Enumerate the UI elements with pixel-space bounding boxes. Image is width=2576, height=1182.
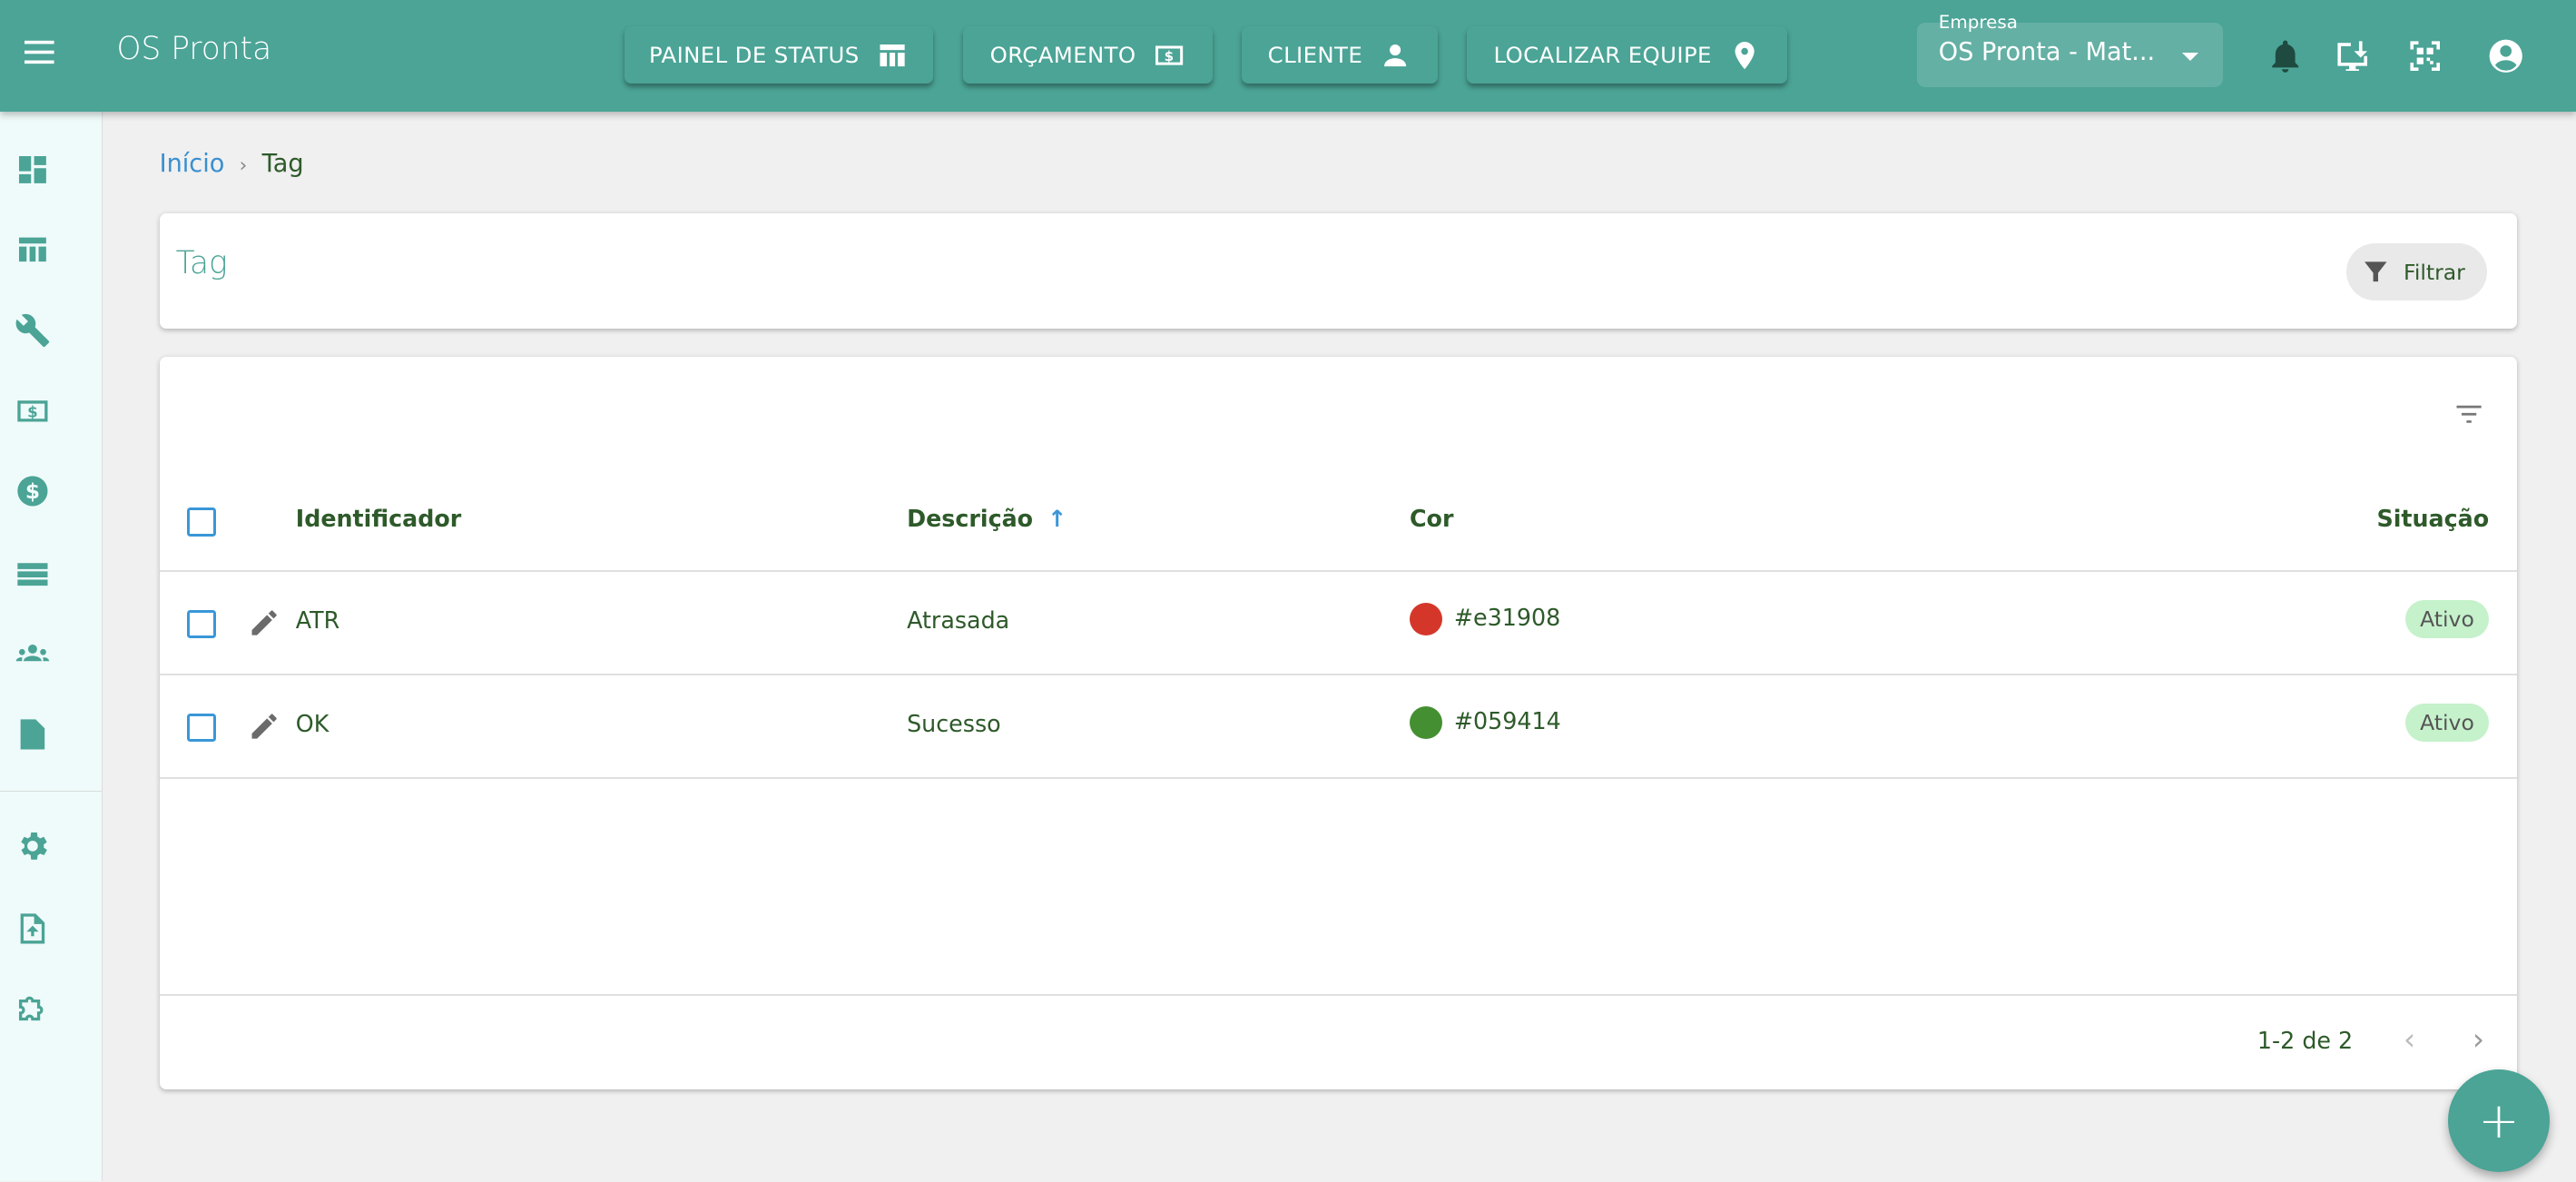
cell-identificador: ATR xyxy=(295,606,340,634)
company-select-value: OS Pronta - Mat... xyxy=(1938,37,2156,66)
page-title: Tag xyxy=(175,244,228,281)
person-icon xyxy=(1384,44,1407,66)
cell-cor: #059414 xyxy=(1409,706,1561,740)
color-hex: #e31908 xyxy=(1453,604,1561,632)
filter-button-label: Filtrar xyxy=(2404,259,2465,285)
column-header-cor[interactable]: Cor xyxy=(1410,505,1453,532)
next-page-icon[interactable]: › xyxy=(2473,1022,2484,1057)
wrench-icon[interactable] xyxy=(15,312,51,349)
pagination-range: 1-2 de 2 xyxy=(2256,1027,2354,1055)
gear-icon[interactable] xyxy=(15,828,51,864)
color-swatch xyxy=(1409,706,1443,740)
locate-team-label: LOCALIZAR EQUIPE xyxy=(1493,42,1712,69)
svg-text:$: $ xyxy=(1164,48,1174,64)
document-icon[interactable] xyxy=(15,716,51,753)
svg-text:$: $ xyxy=(25,479,40,504)
filter-button[interactable]: Filtrar xyxy=(2345,242,2488,301)
select-all-checkbox[interactable] xyxy=(187,507,216,537)
column-header-descricao-label: Descrição xyxy=(907,504,1034,532)
dollar-circle-icon[interactable]: $ xyxy=(15,473,51,509)
app-title: OS Pronta xyxy=(116,31,272,68)
location-pin-icon xyxy=(1735,41,1755,69)
column-filter-icon[interactable] xyxy=(2453,399,2485,429)
budget-label: ORÇAMENTO xyxy=(989,42,1136,69)
sidebar-divider xyxy=(0,790,103,793)
notifications-icon[interactable] xyxy=(2266,36,2305,75)
column-header-situacao[interactable]: Situação xyxy=(2376,505,2489,532)
cell-cor: #e31908 xyxy=(1409,603,1561,636)
color-hex: #059414 xyxy=(1453,707,1561,735)
app-header: OS Pronta PAINEL DE STATUS ORÇAMENTO $ C… xyxy=(0,0,2576,113)
plus-icon: + xyxy=(2478,1091,2520,1149)
breadcrumb: Início › Tag xyxy=(160,150,304,178)
status-panel-button[interactable]: PAINEL DE STATUS xyxy=(624,25,934,84)
account-icon[interactable] xyxy=(2486,36,2525,75)
menu-icon[interactable] xyxy=(25,39,57,65)
row-checkbox[interactable] xyxy=(187,609,216,638)
dashboard-icon[interactable] xyxy=(15,152,51,188)
cell-descricao: Atrasada xyxy=(907,606,1010,634)
status-badge: Ativo xyxy=(2404,599,2490,639)
money-icon[interactable]: $ xyxy=(15,393,51,429)
add-tag-button[interactable]: + xyxy=(2447,1069,2551,1172)
money-icon: $ xyxy=(1155,45,1183,65)
client-label: CLIENTE xyxy=(1267,42,1363,69)
row-checkbox[interactable] xyxy=(187,713,216,742)
previous-page-icon[interactable]: ‹ xyxy=(2404,1022,2415,1057)
column-header-descricao[interactable]: Descrição ↑ xyxy=(907,505,1067,532)
page-header-card: Tag Filtrar xyxy=(159,213,2517,329)
column-header-identificador[interactable]: Identificador xyxy=(296,505,461,532)
edit-pencil-icon[interactable] xyxy=(248,606,280,639)
client-button[interactable]: CLIENTE xyxy=(1242,25,1438,84)
sort-ascending-icon: ↑ xyxy=(1047,504,1067,532)
list-icon[interactable] xyxy=(15,556,51,592)
table-icon[interactable] xyxy=(15,231,51,268)
table-row: ATR Atrasada #e31908 Ativo xyxy=(159,572,2517,676)
table-row: OK Sucesso #059414 Ativo xyxy=(159,675,2517,780)
sidebar: $ $ xyxy=(0,112,103,1182)
breadcrumb-home-link[interactable]: Início xyxy=(160,150,225,178)
puzzle-icon[interactable] xyxy=(15,990,51,1027)
color-swatch xyxy=(1409,603,1443,636)
chevron-down-icon xyxy=(2181,52,2198,61)
cell-descricao: Sucesso xyxy=(907,709,1001,737)
cell-identificador: OK xyxy=(295,709,329,737)
funnel-icon xyxy=(2365,261,2387,282)
footer-divider xyxy=(159,994,2517,996)
breadcrumb-current: Tag xyxy=(261,149,304,178)
status-panel-label: PAINEL DE STATUS xyxy=(649,42,860,69)
status-badge: Ativo xyxy=(2404,703,2490,743)
table-icon xyxy=(880,44,905,66)
locate-team-button[interactable]: LOCALIZAR EQUIPE xyxy=(1467,25,1788,84)
install-app-icon[interactable] xyxy=(2333,36,2372,75)
table-header-row: Identificador Descrição ↑ Cor Situação xyxy=(159,468,2517,573)
company-select[interactable]: Empresa OS Pronta - Mat... xyxy=(1917,12,2223,87)
breadcrumb-separator: › xyxy=(239,153,248,177)
svg-text:$: $ xyxy=(27,403,38,420)
qr-code-icon[interactable] xyxy=(2405,36,2444,75)
budget-button[interactable]: ORÇAMENTO $ xyxy=(962,25,1213,84)
team-icon[interactable] xyxy=(15,635,51,672)
edit-pencil-icon[interactable] xyxy=(248,710,280,743)
file-upload-icon[interactable] xyxy=(15,911,51,947)
tags-table-card: Identificador Descrição ↑ Cor Situação A… xyxy=(159,356,2517,1090)
company-select-label: Empresa xyxy=(1938,11,2018,33)
